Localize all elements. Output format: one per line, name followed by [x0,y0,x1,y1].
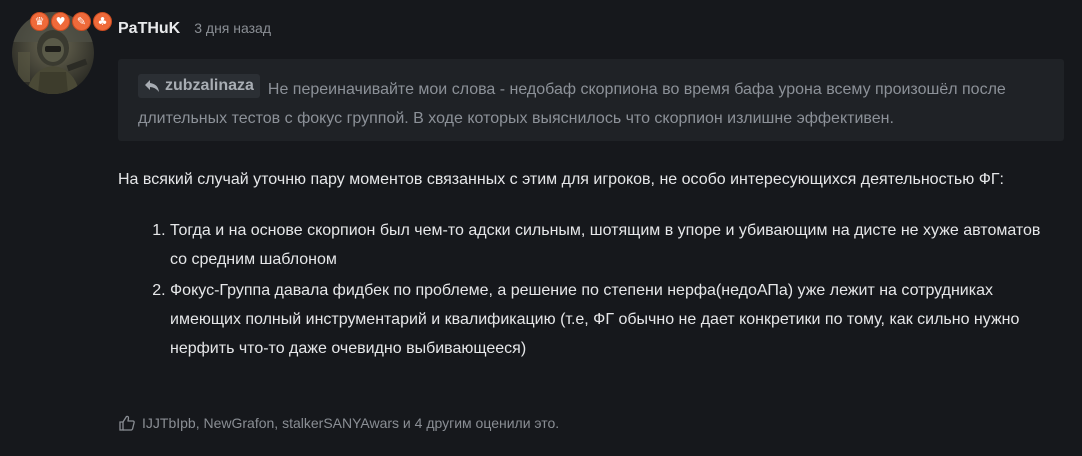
liker-link[interactable]: IJJTbIpb [142,415,196,431]
quote-text: Не переиначивайте мои слова - недобаф ск… [138,81,1006,127]
list-item: Фокус-Группа давала фидбек по проблеме, … [170,276,1058,363]
quote-author-name: zubzalinaza [165,77,254,94]
cup-icon[interactable]: ♥ [51,12,70,31]
liker-link[interactable]: stalkerSANYAwars [282,415,399,431]
avatar-container: ♛ ♥ ✎ ♣ [12,12,112,94]
post-body: На всякий случай уточню пару моментов св… [118,165,1058,365]
likes-bar: IJJTbIpb, NewGrafon, stalkerSANYAwars и … [118,412,559,434]
club-icon[interactable]: ♣ [93,12,112,31]
likes-rest: и 4 другим оценили это. [399,415,560,431]
badges: ♛ ♥ ✎ ♣ [30,12,112,31]
timestamp[interactable]: 3 дня назад [194,20,271,36]
likes-separator: , [274,415,283,431]
likes-separator: , [195,415,204,431]
list-item: Тогда и на основе скорпион был чем-то ад… [170,216,1058,274]
forum-post: ♛ ♥ ✎ ♣ PaTHuK 3 дня назад zubzalinaza Н… [0,0,1082,456]
liker-link[interactable]: NewGrafon [203,415,274,431]
thumbs-up-icon[interactable] [118,414,136,432]
reply-icon [145,80,159,92]
quote-block: zubzalinaza Не переиначивайте мои слова … [118,59,1064,141]
quote-author[interactable]: zubzalinaza [138,74,260,98]
numbered-list: Тогда и на основе скорпион был чем-то ад… [118,216,1058,363]
trophy-icon[interactable]: ♛ [30,12,49,31]
username[interactable]: PaTHuK [118,20,180,38]
intro-paragraph: На всякий случай уточню пару моментов св… [118,171,1004,188]
chat-icon[interactable]: ✎ [72,12,91,31]
post-header: PaTHuK 3 дня назад [118,20,271,42]
